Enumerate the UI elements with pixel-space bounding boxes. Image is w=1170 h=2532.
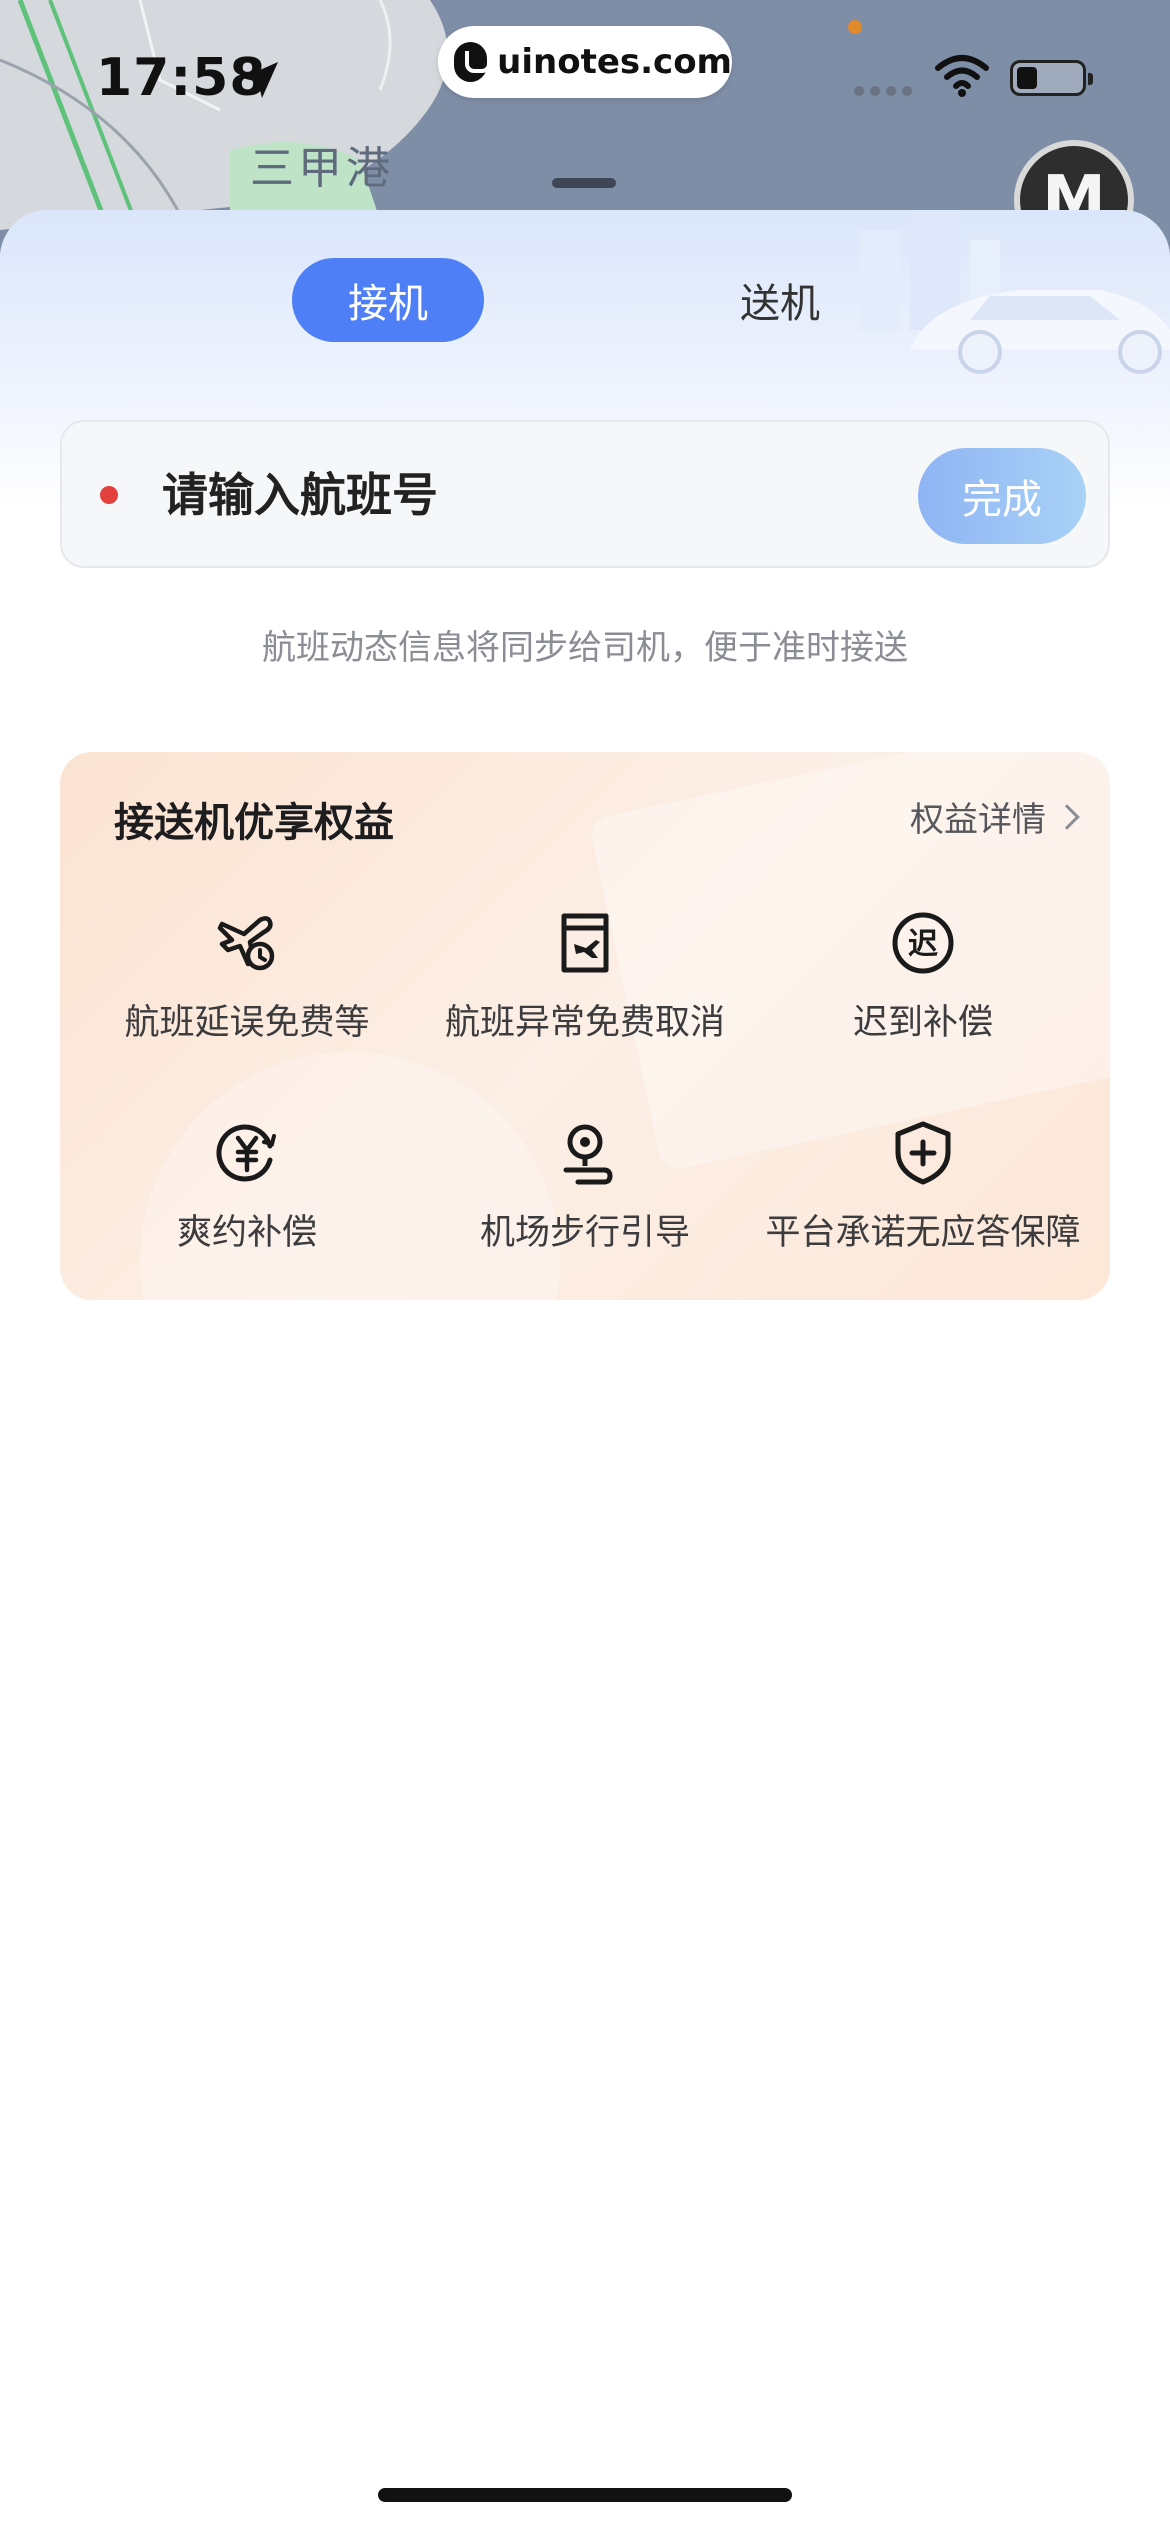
benefit-item-no-response-guarantee[interactable]: 平台承诺无应答保障 [753,1120,1093,1270]
benefit-label: 航班延误免费等 [124,1003,370,1043]
site-logo-icon [454,42,492,82]
flight-cancel-icon [561,913,609,973]
app-screen: 三甲港 M 17:58 uinotes.com 接机 送机 请输入航班号 完成 … [0,0,1170,2532]
benefit-item-no-show-compensation[interactable]: 爽约补偿 [77,1120,417,1270]
flight-sync-hint: 航班动态信息将同步给司机，便于准时接送 [262,628,908,668]
required-indicator-dot [100,486,118,504]
tab-pickup[interactable]: 接机 [292,258,484,342]
tab-dropoff[interactable]: 送机 [684,258,876,342]
cellular-signal-icon [854,86,912,96]
flight-number-box: 完成 [60,420,1110,568]
benefit-item-delay-wait[interactable]: 航班延误免费等 [77,910,417,1060]
benefit-label: 平台承诺无应答保障 [765,1213,1081,1253]
benefit-label: 爽约补偿 [176,1213,317,1253]
url-pill[interactable]: uinotes.com [438,26,732,98]
benefit-item-late-compensation[interactable]: 迟 迟到补偿 [753,910,1093,1060]
wifi-icon [935,55,989,97]
benefits-grid: 航班延误免费等 航班异常免费取消 迟 迟到补偿 爽约补偿 机场步行引导 平台承诺… [60,752,1110,1300]
location-arrow-icon [242,62,278,98]
map-place-label: 三甲港 [250,143,394,194]
benefit-label: 迟到补偿 [852,1003,993,1043]
yuan-refund-icon [216,1124,276,1182]
benefit-label: 航班异常免费取消 [444,1003,725,1043]
benefit-item-free-cancel[interactable]: 航班异常免费取消 [415,910,755,1060]
walk-guide-icon [563,1124,613,1185]
home-indicator[interactable] [378,2488,792,2502]
url-text: uinotes.com [497,42,732,82]
battery-icon [1010,60,1093,96]
svg-text:迟: 迟 [908,927,938,962]
flight-number-input[interactable] [162,452,862,538]
benefits-card: 接送机优享权益 权益详情 航班延误免费等 航班异常免费取消 迟 迟到补偿 爽约补… [60,752,1110,1300]
tab-bar: 接机 送机 [0,258,1170,342]
airport-transfer-sheet: 接机 送机 完成 航班动态信息将同步给司机，便于准时接送 接送机优享权益 权益详… [0,210,1170,2532]
done-button[interactable]: 完成 [918,448,1086,544]
privacy-indicator-dot [848,20,862,34]
shield-plus-icon [895,1121,951,1185]
late-badge-icon: 迟 [892,912,954,974]
sheet-drag-handle[interactable] [552,178,616,188]
plane-clock-icon [217,916,275,971]
benefit-label: 机场步行引导 [479,1213,690,1253]
benefit-item-walk-guide[interactable]: 机场步行引导 [415,1120,755,1270]
